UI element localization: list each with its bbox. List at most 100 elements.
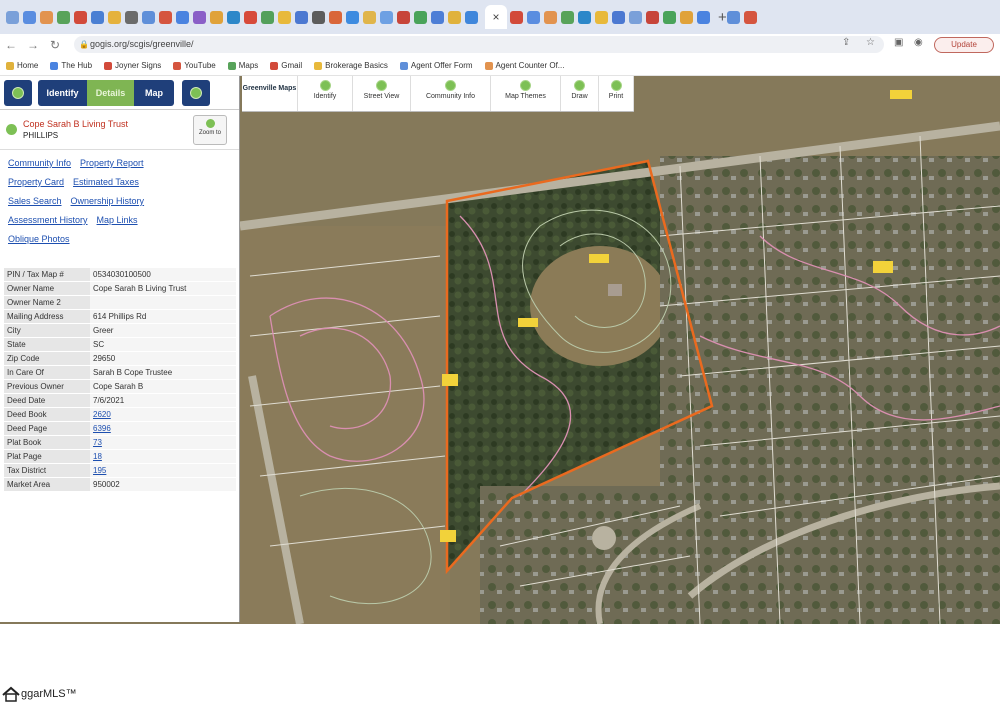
property-link[interactable]: Map Links xyxy=(97,215,138,225)
tab-favicon[interactable] xyxy=(23,10,36,24)
address-bar[interactable]: 🔒 gogis.org/scgis/greenville/ xyxy=(74,36,884,53)
tab-favicon[interactable] xyxy=(743,10,757,24)
toolbar-print-button[interactable]: Print xyxy=(599,76,634,111)
tab-favicon[interactable] xyxy=(176,10,189,24)
attribute-value-link[interactable]: 73 xyxy=(93,438,102,447)
attribute-value: 950002 xyxy=(90,477,236,492)
tab-favicon[interactable] xyxy=(227,10,240,24)
extension-icon[interactable]: ▣ xyxy=(894,37,903,48)
tab-favicon[interactable] xyxy=(108,10,121,24)
address-label xyxy=(440,530,456,542)
tab-favicon[interactable] xyxy=(346,10,359,24)
tab-favicon[interactable] xyxy=(125,10,138,24)
property-link[interactable]: Estimated Taxes xyxy=(73,177,139,187)
bookmark-item[interactable]: Agent Offer Form xyxy=(399,61,473,70)
tab-favicon[interactable] xyxy=(244,10,257,24)
property-link[interactable]: Assessment History xyxy=(8,215,88,225)
forward-icon[interactable]: → xyxy=(22,38,44,52)
toolbar-draw-button[interactable]: Draw xyxy=(561,76,599,111)
bookmark-item[interactable]: Maps xyxy=(227,61,258,70)
attribute-key: Market Area xyxy=(4,477,90,492)
tab-favicon[interactable] xyxy=(261,10,274,24)
tab-favicon[interactable] xyxy=(595,10,608,24)
attribute-key: Tax District xyxy=(4,463,90,478)
tab-favicon[interactable] xyxy=(57,10,70,24)
layers-button[interactable] xyxy=(182,79,210,106)
toolbar-identify-button[interactable]: Identify xyxy=(298,76,353,111)
tab-favicon[interactable] xyxy=(527,10,540,24)
tab-favicon[interactable] xyxy=(448,10,461,24)
tab-favicon[interactable] xyxy=(646,10,659,24)
property-link[interactable]: Oblique Photos xyxy=(8,234,70,244)
tab-map[interactable]: Map xyxy=(134,79,174,106)
tab-favicon[interactable] xyxy=(612,10,625,24)
toolbar-community-info-button[interactable]: Community Info xyxy=(411,76,491,111)
bookmark-item[interactable]: YouTube xyxy=(173,61,216,70)
zoom-to-button[interactable]: Zoom to xyxy=(193,115,227,145)
close-icon[interactable]: × xyxy=(485,5,507,29)
bookmark-item[interactable]: Joyner Signs xyxy=(104,61,161,70)
attribute-value-link[interactable]: 195 xyxy=(93,466,106,475)
tab-favicon[interactable] xyxy=(363,10,376,24)
attribute-value: SC xyxy=(90,337,236,352)
new-tab-icon[interactable]: + xyxy=(718,9,727,26)
tab-favicon[interactable] xyxy=(159,10,172,24)
attribute-key: In Care Of xyxy=(4,365,90,380)
attribute-value-link[interactable]: 2620 xyxy=(93,410,111,419)
attribute-value: Cope Sarah B xyxy=(90,379,236,394)
tab-favicon[interactable] xyxy=(578,10,591,24)
property-link[interactable]: Property Report xyxy=(80,158,144,168)
tab-favicon[interactable] xyxy=(329,10,342,24)
attribute-value-link[interactable]: 18 xyxy=(93,452,102,461)
reload-icon[interactable]: ↻ xyxy=(44,38,66,52)
bookmark-item[interactable]: Agent Counter Of... xyxy=(484,61,564,70)
tab-favicon[interactable] xyxy=(74,10,87,24)
property-link[interactable]: Community Info xyxy=(8,158,71,168)
tab-favicon[interactable] xyxy=(629,10,642,24)
tab-favicon[interactable] xyxy=(210,10,223,24)
home-button[interactable] xyxy=(4,79,32,106)
tab-favicon[interactable] xyxy=(465,10,478,24)
tab-favicon[interactable] xyxy=(431,10,444,24)
property-link[interactable]: Ownership History xyxy=(71,196,145,206)
tab-favicon[interactable] xyxy=(142,10,155,24)
property-link[interactable]: Property Card xyxy=(8,177,64,187)
profile-icon[interactable]: ◉ xyxy=(914,37,923,48)
attribute-key: Owner Name xyxy=(4,281,90,296)
update-button[interactable]: Update xyxy=(934,37,994,53)
toolbar-map-themes-button[interactable]: Map Themes xyxy=(491,76,561,111)
tab-identify[interactable]: Identify xyxy=(38,79,87,106)
tab-favicon[interactable] xyxy=(561,10,574,24)
tab-favicon[interactable] xyxy=(544,10,557,24)
toolbar-street-view-button[interactable]: Street View xyxy=(353,76,411,111)
tab-favicon[interactable] xyxy=(278,10,291,24)
tab-favicon[interactable] xyxy=(193,10,206,24)
home-icon xyxy=(12,86,24,99)
panel-mode-tabs: Identify Details Map xyxy=(38,79,174,106)
tab-details[interactable]: Details xyxy=(87,79,134,106)
attribute-value-link[interactable]: 6396 xyxy=(93,424,111,433)
bookmark-item[interactable]: The Hub xyxy=(50,61,92,70)
tab-favicon[interactable] xyxy=(663,10,676,24)
tab-favicon[interactable] xyxy=(40,10,53,24)
tab-favicon[interactable] xyxy=(726,10,740,24)
address-label xyxy=(589,254,609,263)
tab-favicon[interactable] xyxy=(510,10,523,24)
tab-favicon[interactable] xyxy=(6,10,19,24)
tab-favicon[interactable] xyxy=(312,10,325,24)
back-icon[interactable]: ← xyxy=(0,38,22,52)
tab-favicon[interactable] xyxy=(697,10,710,24)
bookmark-item[interactable]: Home xyxy=(6,61,38,70)
bookmark-item[interactable]: Brokerage Basics xyxy=(314,61,388,70)
bookmark-star-icon[interactable]: ☆ xyxy=(866,37,875,48)
tab-favicon[interactable] xyxy=(380,10,393,24)
property-link[interactable]: Sales Search xyxy=(8,196,62,206)
tab-favicon[interactable] xyxy=(397,10,410,24)
tab-favicon[interactable] xyxy=(680,10,693,24)
property-header: Cope Sarah B Living Trust PHILLIPS Zoom … xyxy=(0,110,239,150)
share-icon[interactable]: ⇪ xyxy=(842,37,850,48)
tab-favicon[interactable] xyxy=(414,10,427,24)
bookmark-item[interactable]: Gmail xyxy=(270,61,302,70)
tab-favicon[interactable] xyxy=(295,10,308,24)
tab-favicon[interactable] xyxy=(91,10,104,24)
